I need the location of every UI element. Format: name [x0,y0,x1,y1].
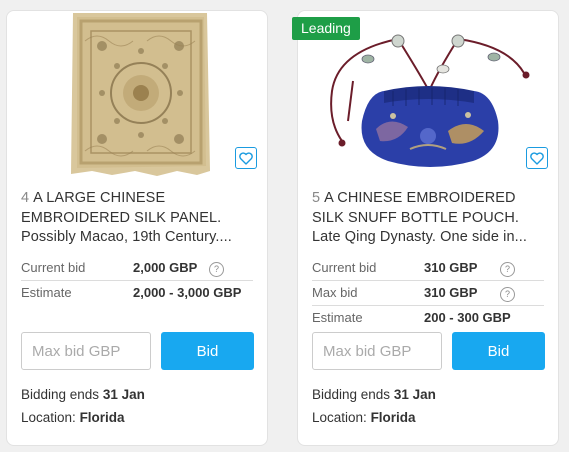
bidding-ends-label: Bidding ends [21,387,100,402]
lot-title[interactable]: 4A LARGE CHINESE EMBROIDERED SILK PANEL.… [21,189,255,248]
bidding-ends-label: Bidding ends [312,387,391,402]
estimate-row: Estimate 200 - 300 GBP [312,306,544,330]
lot-number: 5 [312,190,321,206]
location-value: Florida [370,410,416,425]
location: Location: Florida [21,410,125,425]
current-bid-row: Current bid 2,000 GBP ? [21,256,253,281]
bidding-ends: Bidding ends 31 Jan [312,387,436,402]
max-bid-value: 310 GBP [424,285,478,300]
heart-icon [530,151,544,165]
max-bid-label: Max bid [312,285,358,300]
watch-heart-button[interactable] [526,147,548,169]
bid-info-table: Current bid 310 GBP ? Max bid 310 GBP ? … [312,256,544,330]
location-label: Location: [312,410,367,425]
embroidered-silk-panel-image [7,11,267,183]
max-bid-row: Max bid 310 GBP ? [312,281,544,306]
bidding-ends-value: 31 Jan [393,387,436,402]
estimate-value: 200 - 300 GBP [424,310,511,325]
max-bid-input[interactable] [21,332,151,370]
leading-badge: Leading [292,17,360,40]
help-icon[interactable]: ? [209,262,224,277]
max-bid-input[interactable] [312,332,442,370]
bid-button[interactable]: Bid [452,332,545,370]
lot-title-text[interactable]: A LARGE CHINESE EMBROIDERED SILK PANEL. … [21,190,232,245]
bidding-ends: Bidding ends 31 Jan [21,387,145,402]
location-label: Location: [21,410,76,425]
estimate-label: Estimate [312,310,363,325]
help-icon[interactable]: ? [500,287,515,302]
current-bid-label: Current bid [21,260,86,275]
lot-title-text[interactable]: A CHINESE EMBROIDERED SILK SNUFF BOTTLE … [312,190,527,245]
heart-icon [239,151,253,165]
bid-info-table: Current bid 2,000 GBP ? Estimate 2,000 -… [21,256,253,305]
current-bid-value: 310 GBP [424,260,478,275]
current-bid-label: Current bid [312,260,377,275]
estimate-label: Estimate [21,285,72,300]
current-bid-row: Current bid 310 GBP ? [312,256,544,281]
lot-card[interactable]: Leading 5 A CHINESE EMBROIDERED SILK SNU… [292,10,559,446]
bid-button[interactable]: Bid [161,332,254,370]
watch-heart-button[interactable] [235,147,257,169]
lot-card[interactable]: 4A LARGE CHINESE EMBROIDERED SILK PANEL.… [6,10,268,446]
current-bid-value: 2,000 GBP [133,260,198,275]
estimate-value: 2,000 - 3,000 GBP [133,285,242,300]
estimate-row: Estimate 2,000 - 3,000 GBP [21,281,253,305]
lot-title[interactable]: 5A CHINESE EMBROIDERED SILK SNUFF BOTTLE… [312,189,546,248]
location: Location: Florida [312,410,416,425]
help-icon[interactable]: ? [500,262,515,277]
location-value: Florida [79,410,125,425]
bidding-ends-value: 31 Jan [102,387,145,402]
lot-number: 4 [21,190,30,206]
lot-image[interactable] [7,11,267,183]
